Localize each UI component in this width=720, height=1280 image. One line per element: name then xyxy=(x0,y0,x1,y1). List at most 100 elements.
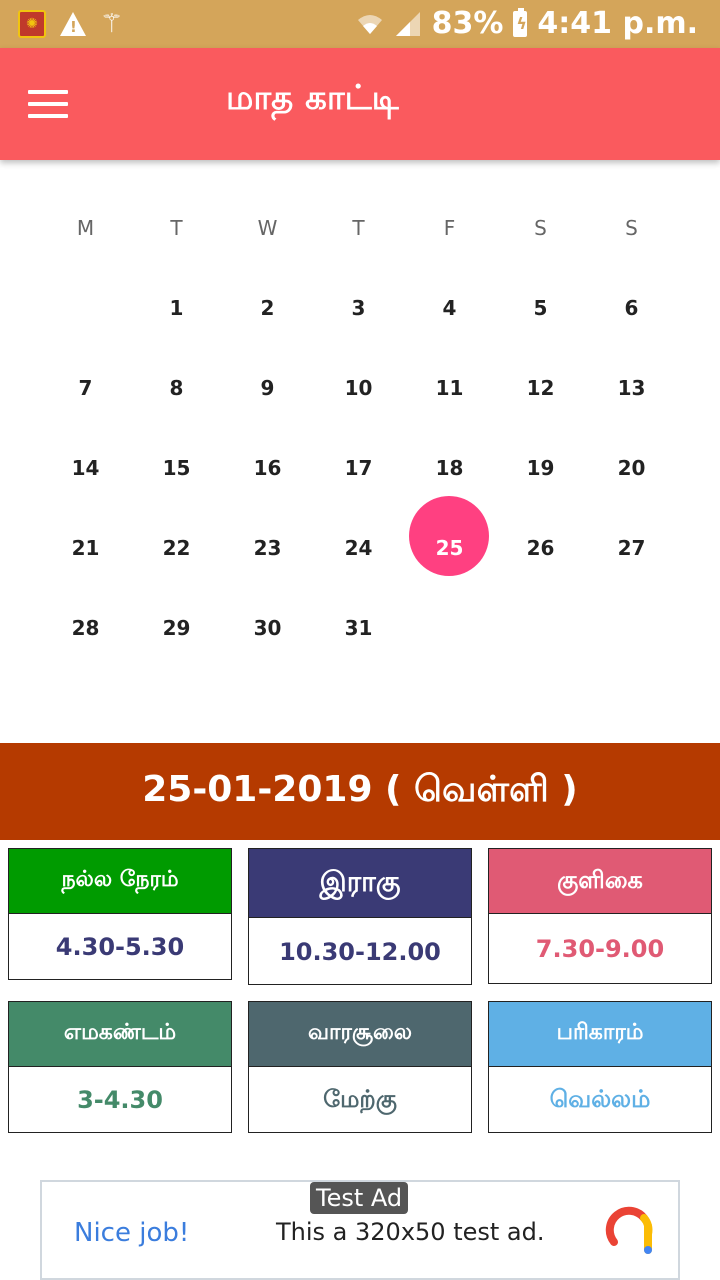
app-bar: மாத காட்டி xyxy=(0,48,720,160)
signal-icon xyxy=(395,11,420,36)
day-number: 28 xyxy=(71,616,100,640)
day-number: 24 xyxy=(344,536,373,560)
day-number: 12 xyxy=(526,376,555,400)
calendar-week-row: 14 15 16 17 18 19 20 xyxy=(40,428,677,508)
weekday-label: T xyxy=(352,216,365,240)
calendar-day[interactable]: 31 xyxy=(313,616,404,640)
selected-date-banner: 25-01-2019 ( வெள்ளி ) xyxy=(0,743,720,840)
calendar-day[interactable]: 3 xyxy=(313,296,404,320)
calendar-day[interactable]: 7 xyxy=(40,376,131,400)
card-nalla-neram: நல்ல நேரம் 4.30-5.30 xyxy=(8,848,232,980)
magic-wand-icon: ⚚ xyxy=(100,9,124,39)
wifi-icon xyxy=(357,14,382,34)
day-number: 29 xyxy=(162,616,191,640)
ad-logo-icon xyxy=(605,1206,653,1254)
weekday-label: M xyxy=(76,216,95,240)
calendar-day[interactable]: 30 xyxy=(222,616,313,640)
day-number: 2 xyxy=(260,296,275,320)
calendar-day[interactable]: 15 xyxy=(131,456,222,480)
card-emagandam: எமகண்டம் 3-4.30 xyxy=(8,1001,232,1133)
day-number: 5 xyxy=(533,296,548,320)
menu-icon[interactable] xyxy=(28,90,68,120)
calendar-day[interactable]: 1 xyxy=(131,296,222,320)
day-number: 14 xyxy=(71,456,100,480)
calendar-day[interactable]: 16 xyxy=(222,456,313,480)
day-number: 13 xyxy=(617,376,646,400)
ad-headline: Nice job! xyxy=(74,1218,190,1248)
card-value: மேற்கு xyxy=(249,1066,471,1133)
card-value: வெல்லம் xyxy=(489,1066,711,1133)
day-number: 9 xyxy=(260,376,275,400)
day-number: 31 xyxy=(344,616,373,640)
calendar-day[interactable]: 21 xyxy=(40,536,131,560)
calendar-day[interactable]: 6 xyxy=(586,296,677,320)
page-title: மாத காட்டி xyxy=(226,78,399,118)
calendar-day[interactable]: 27 xyxy=(586,536,677,560)
battery-percent: 83% xyxy=(431,6,504,41)
weekday-header: M T W T F S S xyxy=(40,188,677,268)
day-number: 8 xyxy=(169,376,184,400)
calendar-day[interactable]: 8 xyxy=(131,376,222,400)
calendar-day[interactable]: 14 xyxy=(40,456,131,480)
calendar-day[interactable]: 12 xyxy=(495,376,586,400)
calendar-week-row: 21 22 23 24 25 26 27 xyxy=(40,496,677,588)
day-number: 27 xyxy=(617,536,646,560)
day-number: 1 xyxy=(169,296,184,320)
day-number: 10 xyxy=(344,376,373,400)
card-vaarasoolai: வாரசூலை மேற்கு xyxy=(248,1001,472,1133)
calendar-day[interactable]: 9 xyxy=(222,376,313,400)
calendar-day[interactable]: 22 xyxy=(131,536,222,560)
ad-banner[interactable]: Test Ad Nice job! This a 320x50 test ad. xyxy=(40,1180,680,1280)
calendar-day[interactable]: 24 xyxy=(313,536,404,560)
card-value: 7.30-9.00 xyxy=(489,913,711,984)
card-kuligai: குளிகை 7.30-9.00 xyxy=(488,848,712,984)
day-number: 7 xyxy=(78,376,93,400)
clock: 4:41 p.m. xyxy=(537,6,698,41)
calendar-day[interactable]: 20 xyxy=(586,456,677,480)
weekday-label: F xyxy=(443,216,456,240)
day-number: 23 xyxy=(253,536,282,560)
card-parigaaram: பரிகாரம் வெல்லம் xyxy=(488,1001,712,1133)
card-value: 10.30-12.00 xyxy=(249,917,471,985)
month-calendar: M T W T F S S 1 2 3 4 5 6 7 8 9 10 11 12 13 14 15 16 17 1… xyxy=(40,188,677,668)
day-number: 16 xyxy=(253,456,282,480)
card-value: 4.30-5.30 xyxy=(9,913,231,980)
day-number: 17 xyxy=(344,456,373,480)
calendar-day[interactable]: 4 xyxy=(404,296,495,320)
test-ad-label: Test Ad xyxy=(310,1182,409,1214)
weekday-label: T xyxy=(170,216,183,240)
warning-icon: ! xyxy=(60,12,86,36)
day-number: 11 xyxy=(435,376,464,400)
calendar-day[interactable]: 5 xyxy=(495,296,586,320)
card-title: எமகண்டம் xyxy=(9,1002,231,1066)
calendar-day[interactable]: 2 xyxy=(222,296,313,320)
day-number: 4 xyxy=(442,296,457,320)
card-title: வாரசூலை xyxy=(249,1002,471,1066)
calendar-day[interactable]: 26 xyxy=(495,536,586,560)
calendar-day[interactable]: 23 xyxy=(222,536,313,560)
calendar-day[interactable]: 10 xyxy=(313,376,404,400)
calendar-days: 1 2 3 4 5 6 7 8 9 10 11 12 13 14 15 16 17 18 19 20 21 22 23 24 2… xyxy=(40,268,677,668)
card-title: இராகு xyxy=(249,849,471,917)
calendar-day-selected[interactable]: 25 xyxy=(404,496,495,576)
day-number: 6 xyxy=(624,296,639,320)
calendar-day[interactable]: 11 xyxy=(404,376,495,400)
card-title: குளிகை xyxy=(489,849,711,913)
calendar-day[interactable]: 13 xyxy=(586,376,677,400)
day-number: 20 xyxy=(617,456,646,480)
day-number: 25 xyxy=(435,536,464,560)
card-title: பரிகாரம் xyxy=(489,1002,711,1066)
calendar-day[interactable]: 29 xyxy=(131,616,222,640)
calendar-day[interactable]: 18 xyxy=(404,456,495,480)
calendar-day[interactable]: 28 xyxy=(40,616,131,640)
day-number: 3 xyxy=(351,296,366,320)
calendar-week-row: 28 29 30 31 xyxy=(40,588,677,668)
calendar-week-row: 1 2 3 4 5 6 xyxy=(40,268,677,348)
weekday-label: W xyxy=(257,216,278,240)
calendar-day[interactable]: 17 xyxy=(313,456,404,480)
ad-text: This a 320x50 test ad. xyxy=(276,1218,545,1246)
calendar-day[interactable]: 19 xyxy=(495,456,586,480)
day-number: 26 xyxy=(526,536,555,560)
status-bar: ✺ ! ⚚ 83% ϟ 4:41 p.m. xyxy=(0,0,720,48)
weekday-label: S xyxy=(625,216,638,240)
